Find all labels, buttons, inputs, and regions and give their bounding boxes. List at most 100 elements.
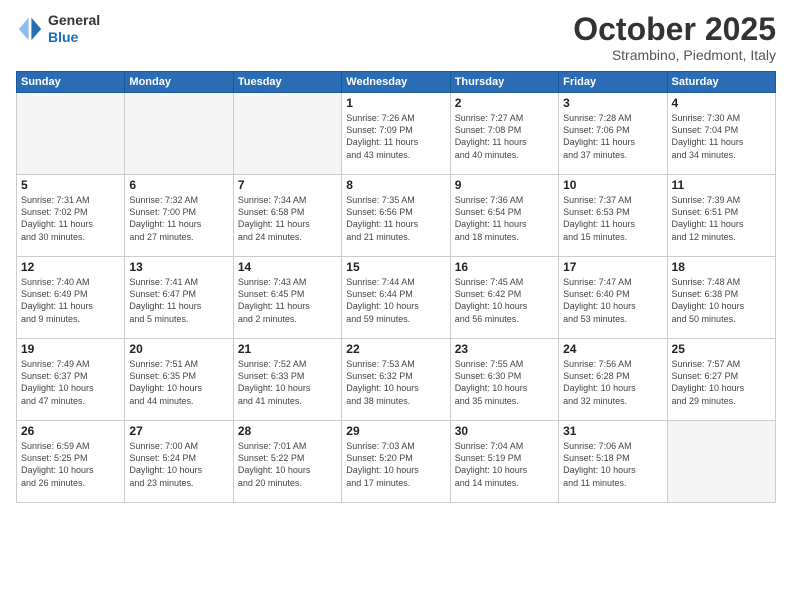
day-cell: 2Sunrise: 7:27 AM Sunset: 7:08 PM Daylig…	[450, 93, 558, 175]
day-number: 18	[672, 260, 771, 274]
day-cell: 11Sunrise: 7:39 AM Sunset: 6:51 PM Dayli…	[667, 175, 775, 257]
day-info: Sunrise: 7:45 AM Sunset: 6:42 PM Dayligh…	[455, 276, 554, 325]
day-info: Sunrise: 7:57 AM Sunset: 6:27 PM Dayligh…	[672, 358, 771, 407]
day-number: 15	[346, 260, 445, 274]
day-cell: 20Sunrise: 7:51 AM Sunset: 6:35 PM Dayli…	[125, 339, 233, 421]
day-info: Sunrise: 7:44 AM Sunset: 6:44 PM Dayligh…	[346, 276, 445, 325]
week-row: 12 Sunrise: 7:40 AM Sunset: 6:49 PM Dayli…	[17, 257, 776, 339]
day-info: Sunrise: 7:00 AM Sunset: 5:24 PM Dayligh…	[129, 440, 228, 489]
day-cell: 21 Sunrise: 7:52 AM Sunset: 6:33 PM Dayli…	[233, 339, 341, 421]
week-row: 5 Sunrise: 7:31 AM Sunset: 7:02 PM Daylig…	[17, 175, 776, 257]
day-info: Sunrise: 7:56 AM Sunset: 6:28 PM Dayligh…	[563, 358, 662, 407]
day-number: 28	[238, 424, 337, 438]
day-cell: 5 Sunrise: 7:31 AM Sunset: 7:02 PM Daylig…	[17, 175, 125, 257]
day-info: Sunrise: 7:36 AM Sunset: 6:54 PM Dayligh…	[455, 194, 554, 243]
day-number: 5	[21, 178, 120, 192]
day-cell	[233, 93, 341, 175]
day-number: 22	[346, 342, 445, 356]
day-cell: 8Sunrise: 7:35 AM Sunset: 6:56 PM Daylig…	[342, 175, 450, 257]
day-number: 9	[455, 178, 554, 192]
day-number: 7	[238, 178, 337, 192]
logo: General Blue	[16, 12, 100, 46]
day-cell: 31 Sunrise: 7:06 AM Sunset: 5:18 PM Dayli…	[559, 421, 667, 503]
day-number: 1	[346, 96, 445, 110]
day-number: 26	[21, 424, 120, 438]
day-cell: 9 Sunrise: 7:36 AM Sunset: 6:54 PM Daylig…	[450, 175, 558, 257]
day-number: 3	[563, 96, 662, 110]
location-subtitle: Strambino, Piedmont, Italy	[573, 47, 776, 63]
day-number: 30	[455, 424, 554, 438]
day-info: Sunrise: 7:40 AM Sunset: 6:49 PM Dayligh…	[21, 276, 120, 325]
day-cell: 26 Sunrise: 6:59 AM Sunset: 5:25 PM Dayli…	[17, 421, 125, 503]
day-info: Sunrise: 7:41 AM Sunset: 6:47 PM Dayligh…	[129, 276, 228, 325]
day-info: Sunrise: 7:53 AM Sunset: 6:32 PM Dayligh…	[346, 358, 445, 407]
day-cell: 23Sunrise: 7:55 AM Sunset: 6:30 PM Dayli…	[450, 339, 558, 421]
logo-icon	[16, 15, 44, 43]
calendar: SundayMondayTuesdayWednesdayThursdayFrid…	[16, 71, 776, 503]
day-info: Sunrise: 7:37 AM Sunset: 6:53 PM Dayligh…	[563, 194, 662, 243]
day-number: 16	[455, 260, 554, 274]
weekday-header: Saturday	[667, 72, 775, 93]
day-info: Sunrise: 6:59 AM Sunset: 5:25 PM Dayligh…	[21, 440, 120, 489]
weekday-header: Sunday	[17, 72, 125, 93]
weekday-header: Wednesday	[342, 72, 450, 93]
day-info: Sunrise: 7:55 AM Sunset: 6:30 PM Dayligh…	[455, 358, 554, 407]
day-cell: 10 Sunrise: 7:37 AM Sunset: 6:53 PM Dayli…	[559, 175, 667, 257]
page: General Blue October 2025 Strambino, Pie…	[0, 0, 792, 612]
day-info: Sunrise: 7:49 AM Sunset: 6:37 PM Dayligh…	[21, 358, 120, 407]
day-info: Sunrise: 7:28 AM Sunset: 7:06 PM Dayligh…	[563, 112, 662, 161]
day-cell: 12 Sunrise: 7:40 AM Sunset: 6:49 PM Dayli…	[17, 257, 125, 339]
day-cell: 16 Sunrise: 7:45 AM Sunset: 6:42 PM Dayli…	[450, 257, 558, 339]
day-info: Sunrise: 7:31 AM Sunset: 7:02 PM Dayligh…	[21, 194, 120, 243]
day-number: 11	[672, 178, 771, 192]
day-cell	[125, 93, 233, 175]
day-info: Sunrise: 7:47 AM Sunset: 6:40 PM Dayligh…	[563, 276, 662, 325]
week-row: 26 Sunrise: 6:59 AM Sunset: 5:25 PM Dayli…	[17, 421, 776, 503]
day-info: Sunrise: 7:04 AM Sunset: 5:19 PM Dayligh…	[455, 440, 554, 489]
day-info: Sunrise: 7:26 AM Sunset: 7:09 PM Dayligh…	[346, 112, 445, 161]
day-cell: 6 Sunrise: 7:32 AM Sunset: 7:00 PM Daylig…	[125, 175, 233, 257]
title-area: October 2025 Strambino, Piedmont, Italy	[573, 12, 776, 63]
day-number: 12	[21, 260, 120, 274]
day-cell: 22 Sunrise: 7:53 AM Sunset: 6:32 PM Dayli…	[342, 339, 450, 421]
logo-text: General Blue	[48, 12, 100, 46]
day-cell: 17 Sunrise: 7:47 AM Sunset: 6:40 PM Dayli…	[559, 257, 667, 339]
day-info: Sunrise: 7:06 AM Sunset: 5:18 PM Dayligh…	[563, 440, 662, 489]
day-info: Sunrise: 7:34 AM Sunset: 6:58 PM Dayligh…	[238, 194, 337, 243]
day-number: 2	[455, 96, 554, 110]
day-cell: 18 Sunrise: 7:48 AM Sunset: 6:38 PM Dayli…	[667, 257, 775, 339]
day-cell: 30 Sunrise: 7:04 AM Sunset: 5:19 PM Dayli…	[450, 421, 558, 503]
day-cell	[17, 93, 125, 175]
week-row: 1 Sunrise: 7:26 AM Sunset: 7:09 PM Daylig…	[17, 93, 776, 175]
day-info: Sunrise: 7:48 AM Sunset: 6:38 PM Dayligh…	[672, 276, 771, 325]
day-number: 31	[563, 424, 662, 438]
day-cell: 4Sunrise: 7:30 AM Sunset: 7:04 PM Daylig…	[667, 93, 775, 175]
day-number: 25	[672, 342, 771, 356]
weekday-header: Friday	[559, 72, 667, 93]
day-cell: 13 Sunrise: 7:41 AM Sunset: 6:47 PM Dayli…	[125, 257, 233, 339]
month-title: October 2025	[573, 12, 776, 47]
weekday-header: Thursday	[450, 72, 558, 93]
day-info: Sunrise: 7:43 AM Sunset: 6:45 PM Dayligh…	[238, 276, 337, 325]
day-number: 17	[563, 260, 662, 274]
day-info: Sunrise: 7:32 AM Sunset: 7:00 PM Dayligh…	[129, 194, 228, 243]
day-cell: 19Sunrise: 7:49 AM Sunset: 6:37 PM Dayli…	[17, 339, 125, 421]
day-number: 21	[238, 342, 337, 356]
day-number: 6	[129, 178, 228, 192]
day-cell: 25 Sunrise: 7:57 AM Sunset: 6:27 PM Dayli…	[667, 339, 775, 421]
day-cell: 3 Sunrise: 7:28 AM Sunset: 7:06 PM Daylig…	[559, 93, 667, 175]
day-cell: 29Sunrise: 7:03 AM Sunset: 5:20 PM Dayli…	[342, 421, 450, 503]
day-number: 8	[346, 178, 445, 192]
day-number: 13	[129, 260, 228, 274]
day-cell: 7 Sunrise: 7:34 AM Sunset: 6:58 PM Daylig…	[233, 175, 341, 257]
day-cell: 24Sunrise: 7:56 AM Sunset: 6:28 PM Dayli…	[559, 339, 667, 421]
day-info: Sunrise: 7:30 AM Sunset: 7:04 PM Dayligh…	[672, 112, 771, 161]
weekday-header: Tuesday	[233, 72, 341, 93]
day-info: Sunrise: 7:52 AM Sunset: 6:33 PM Dayligh…	[238, 358, 337, 407]
day-cell: 15 Sunrise: 7:44 AM Sunset: 6:44 PM Dayli…	[342, 257, 450, 339]
header: General Blue October 2025 Strambino, Pie…	[16, 12, 776, 63]
day-number: 10	[563, 178, 662, 192]
day-info: Sunrise: 7:01 AM Sunset: 5:22 PM Dayligh…	[238, 440, 337, 489]
day-number: 27	[129, 424, 228, 438]
weekday-header-row: SundayMondayTuesdayWednesdayThursdayFrid…	[17, 72, 776, 93]
